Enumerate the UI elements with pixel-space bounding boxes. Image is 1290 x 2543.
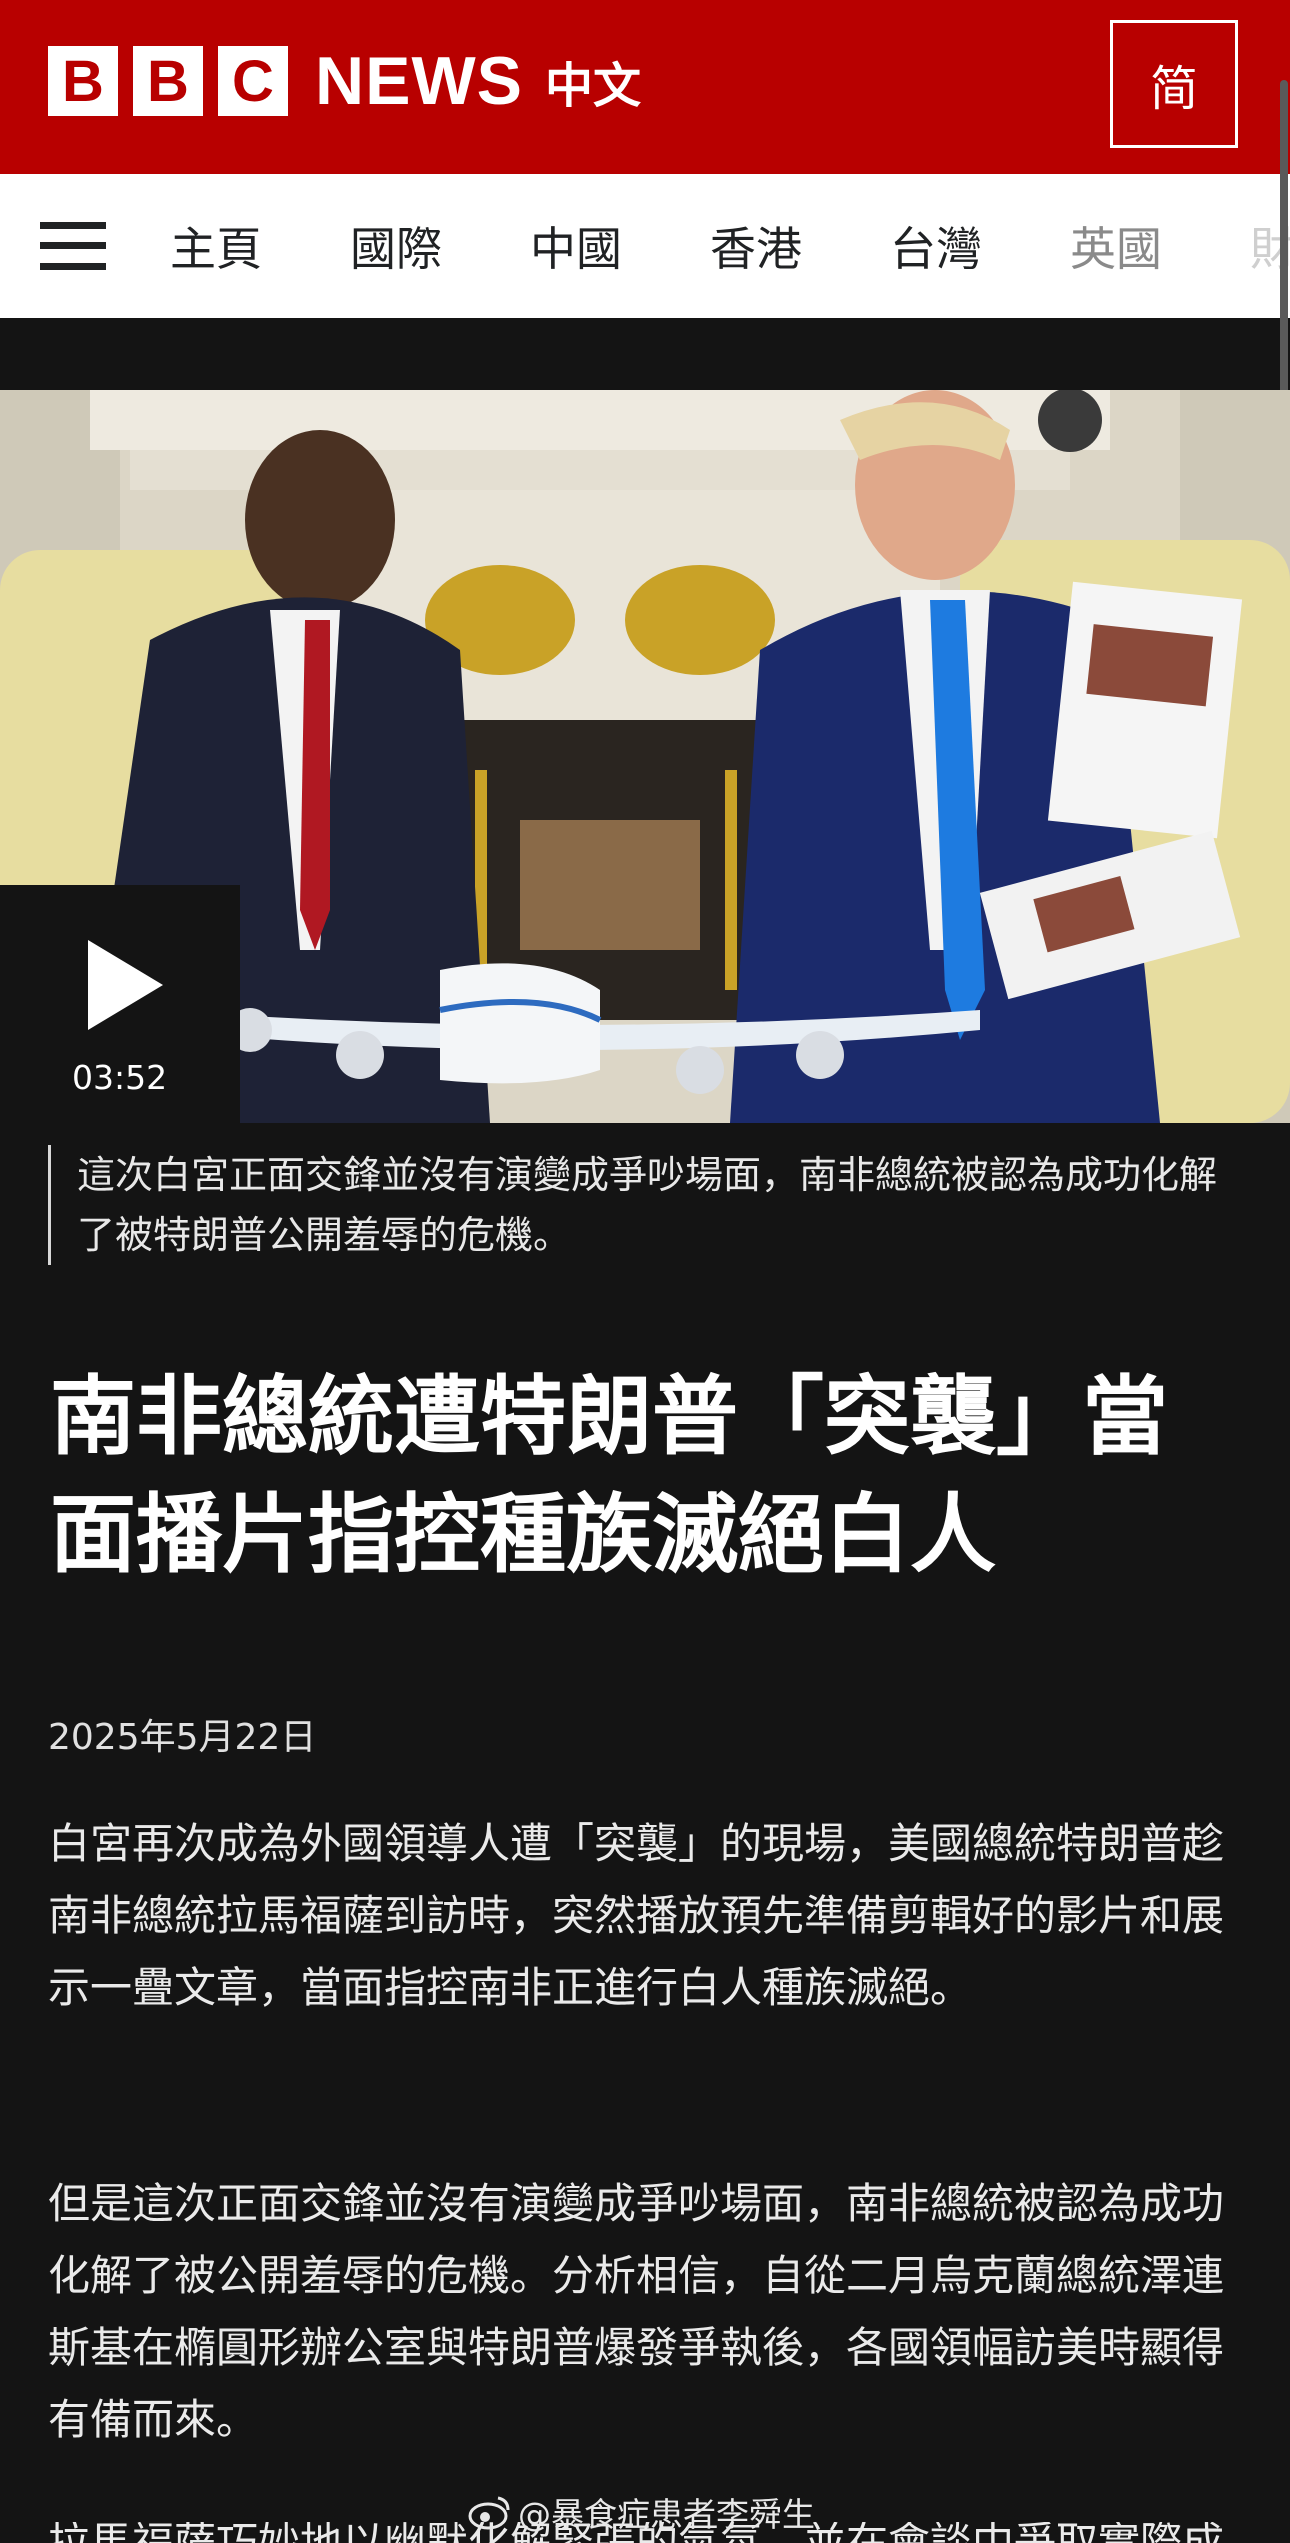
weibo-icon — [468, 2496, 510, 2530]
simplified-script-button[interactable]: 简 — [1110, 20, 1238, 148]
nav-item-china[interactable]: 中國 — [530, 213, 622, 279]
article-paragraph: 白宮再次成為外國領導人遭「突襲」的現場，美國總統特朗普趁南非總統拉馬福薩到訪時，… — [48, 1819, 1225, 2012]
nav-item-taiwan[interactable]: 台灣 — [890, 213, 982, 279]
hamburger-menu-icon[interactable] — [40, 222, 106, 270]
logo-letter: B — [133, 46, 203, 116]
logo-chinese-text: 中文 — [545, 58, 642, 114]
site-header: B B C NEWS 中文 简 — [0, 0, 1290, 174]
nav-item-hong-kong[interactable]: 香港 — [710, 213, 802, 279]
section-nav: 主頁 國際 中國 香港 台灣 英國 財 — [0, 174, 1290, 318]
nav-item-uk[interactable]: 英國 — [1070, 213, 1162, 279]
watermark-text: @暴食症患者李舜生 — [518, 2495, 815, 2534]
image-caption: 這次白宮正面交鋒並沒有演變成爭吵場面，南非總統被認為成功化解了被特朗普公開羞辱的… — [48, 1145, 1237, 1265]
logo-letter: C — [218, 46, 288, 116]
weibo-watermark: @暴食症患者李舜生 — [468, 2488, 815, 2536]
video-duration: 03:52 — [72, 1058, 168, 1097]
play-icon[interactable] — [88, 940, 163, 1030]
publish-date: 2025年5月22日 — [48, 1717, 317, 1758]
nav-item-international[interactable]: 國際 — [350, 213, 442, 279]
nav-item-home[interactable]: 主頁 — [170, 213, 262, 279]
logo-news-text: NEWS — [315, 43, 523, 119]
article-headline: 南非總統遭特朗普「突襲」當面播片指控種族滅絕白人 — [50, 1367, 1168, 1585]
bbc-news-chinese-logo[interactable]: B B C NEWS 中文 — [48, 43, 642, 119]
article-paragraph: 但是這次正面交鋒並沒有演變成爭吵場面，南非總統被認為成功化解了被公開羞辱的危機。… — [48, 2179, 1225, 2444]
logo-letter: B — [48, 46, 118, 116]
